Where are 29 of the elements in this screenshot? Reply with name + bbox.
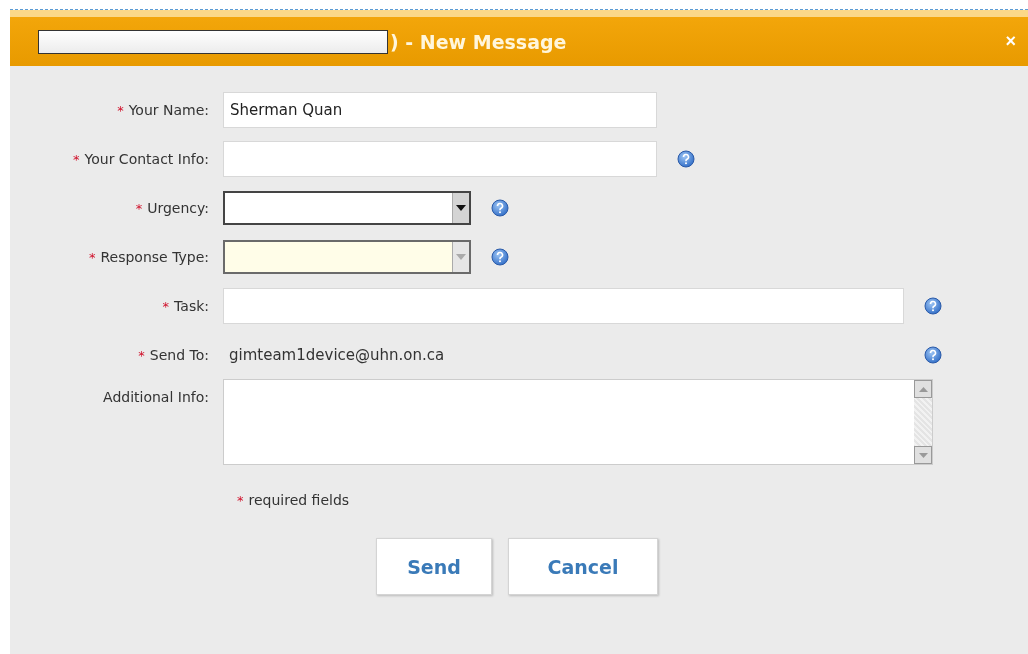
help-icon[interactable] <box>924 345 942 364</box>
field-label: Send To: <box>149 346 209 363</box>
required-mark: * <box>138 347 145 363</box>
required-mark: * <box>88 249 96 265</box>
field-label: Your Contact Info: <box>84 150 209 167</box>
help-icon[interactable] <box>491 198 509 217</box>
field-label: Additional Info: <box>103 389 209 405</box>
field-label: Response Type: <box>100 248 209 265</box>
caret-icon <box>456 204 466 211</box>
required-note: required fields <box>248 492 350 508</box>
required-mark: * <box>117 102 124 118</box>
required-mark: * <box>135 200 143 216</box>
send-button[interactable]: Send <box>376 538 492 595</box>
dialog-title: ) - New Message <box>390 30 567 53</box>
field-label: Task: <box>174 297 209 314</box>
required-mark: * <box>237 493 244 508</box>
cancel-button[interactable]: Cancel <box>508 538 658 595</box>
caret-icon <box>456 253 466 260</box>
required-mark: * <box>73 151 80 167</box>
dropdown-field[interactable] <box>223 190 471 225</box>
text-field[interactable] <box>223 140 657 177</box>
required-mark: * <box>162 298 170 314</box>
help-icon[interactable] <box>677 149 695 168</box>
field-label: Your Name: <box>128 101 209 118</box>
field-label: Urgency: <box>147 199 209 216</box>
text-field[interactable] <box>223 287 904 324</box>
email-address: gimteam1device@uhn.on.ca <box>228 346 445 364</box>
help-icon[interactable] <box>924 296 942 315</box>
text-field[interactable]: Sherman Quan <box>223 91 657 128</box>
